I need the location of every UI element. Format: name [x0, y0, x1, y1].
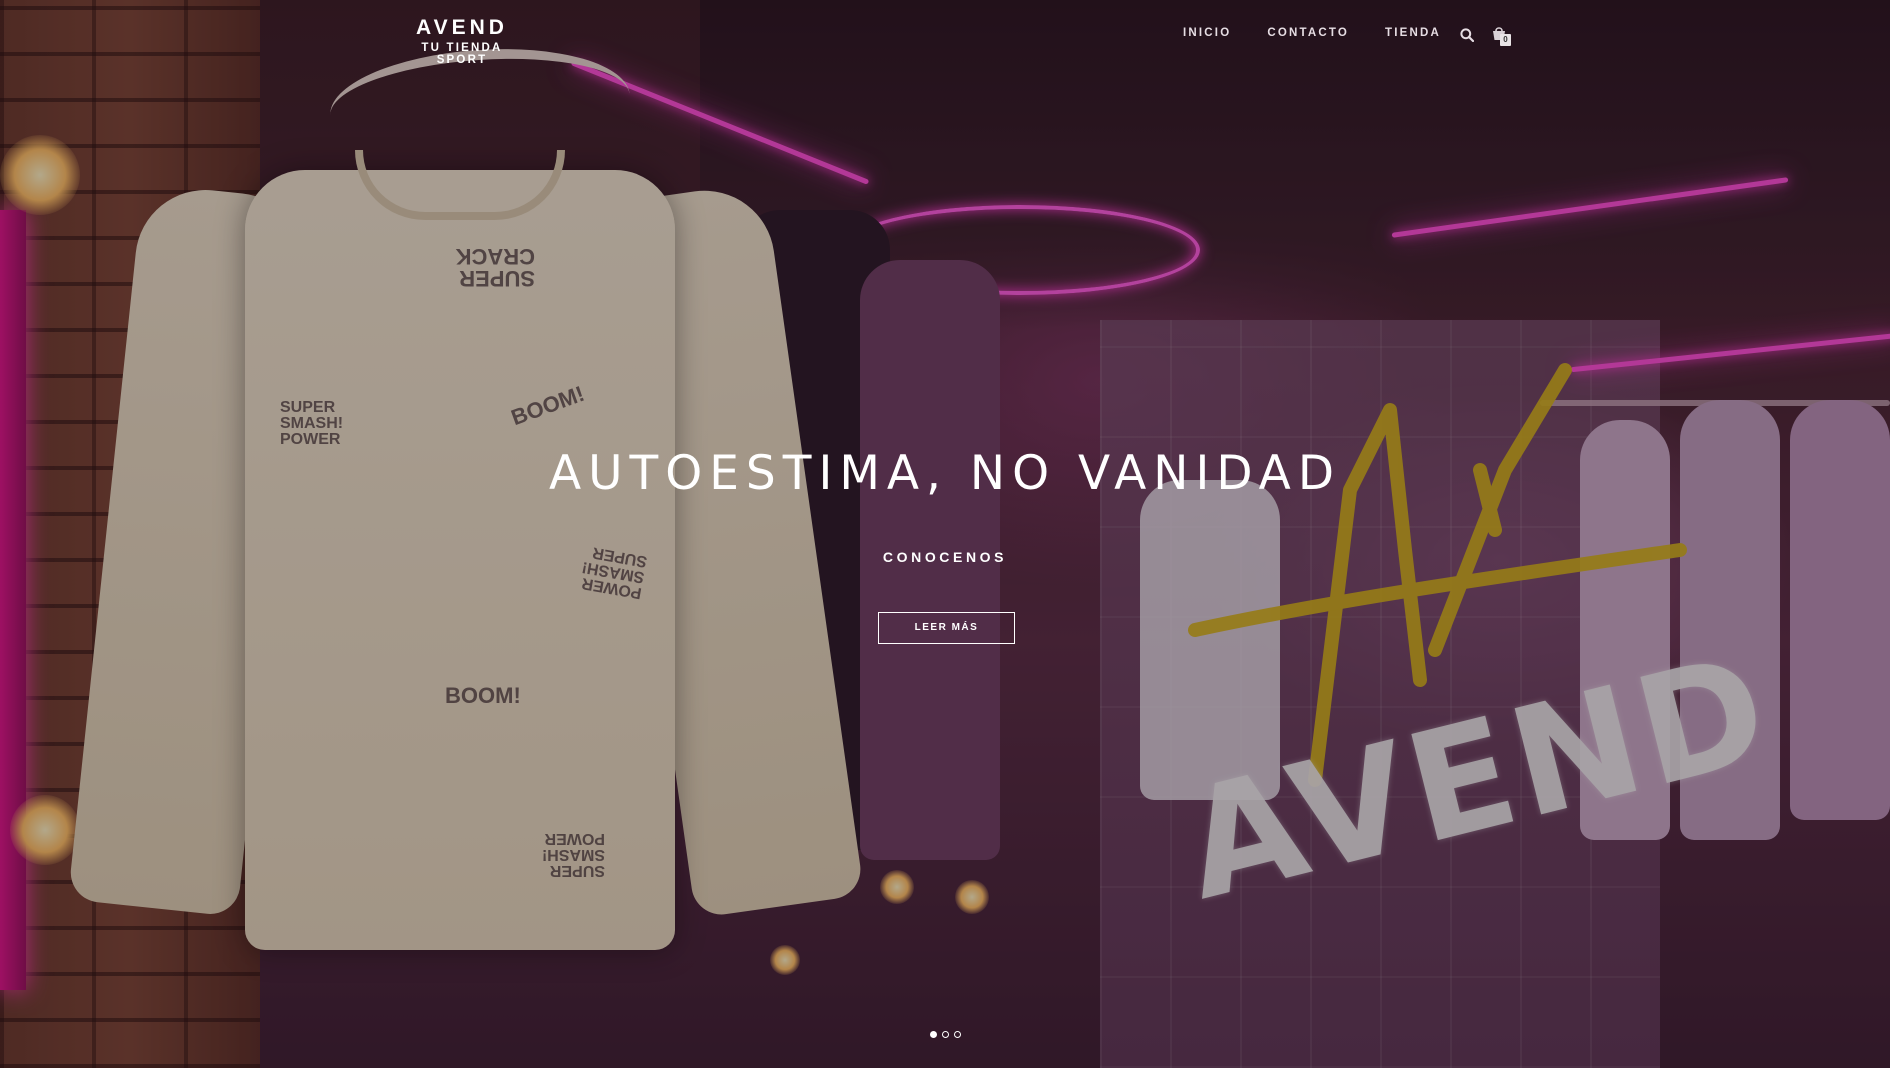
slider-pagination [930, 1031, 966, 1038]
site-logo[interactable]: AVEND TU TIENDA SPORT [396, 16, 528, 66]
nav-link-contacto[interactable]: CONTACTO [1267, 27, 1349, 39]
slide-dot-2[interactable] [942, 1031, 949, 1038]
hero-dark-overlay [0, 0, 1890, 1068]
hero-background-image: SUPER CRACK BOOM! SUPER SMASH! POWER POW… [0, 0, 1890, 1068]
search-icon[interactable] [1460, 28, 1474, 42]
hero-title: AUTOESTIMA, NO VANIDAD [548, 446, 1342, 501]
cart-count-badge: 0 [1500, 34, 1511, 46]
read-more-button[interactable]: LEER MÁS [878, 612, 1015, 644]
nav-link-tienda[interactable]: TIENDA [1385, 27, 1441, 39]
slide-dot-1[interactable] [930, 1031, 937, 1038]
slide-dot-3[interactable] [954, 1031, 961, 1038]
nav-link-inicio[interactable]: INICIO [1183, 27, 1231, 39]
brand-tagline: TU TIENDA SPORT [421, 42, 503, 66]
brand-name: AVEND [416, 16, 508, 39]
hero-subtitle: CONOCENOS [882, 549, 1008, 565]
main-navigation: INICIO CONTACTO TIENDA [1183, 27, 1477, 39]
